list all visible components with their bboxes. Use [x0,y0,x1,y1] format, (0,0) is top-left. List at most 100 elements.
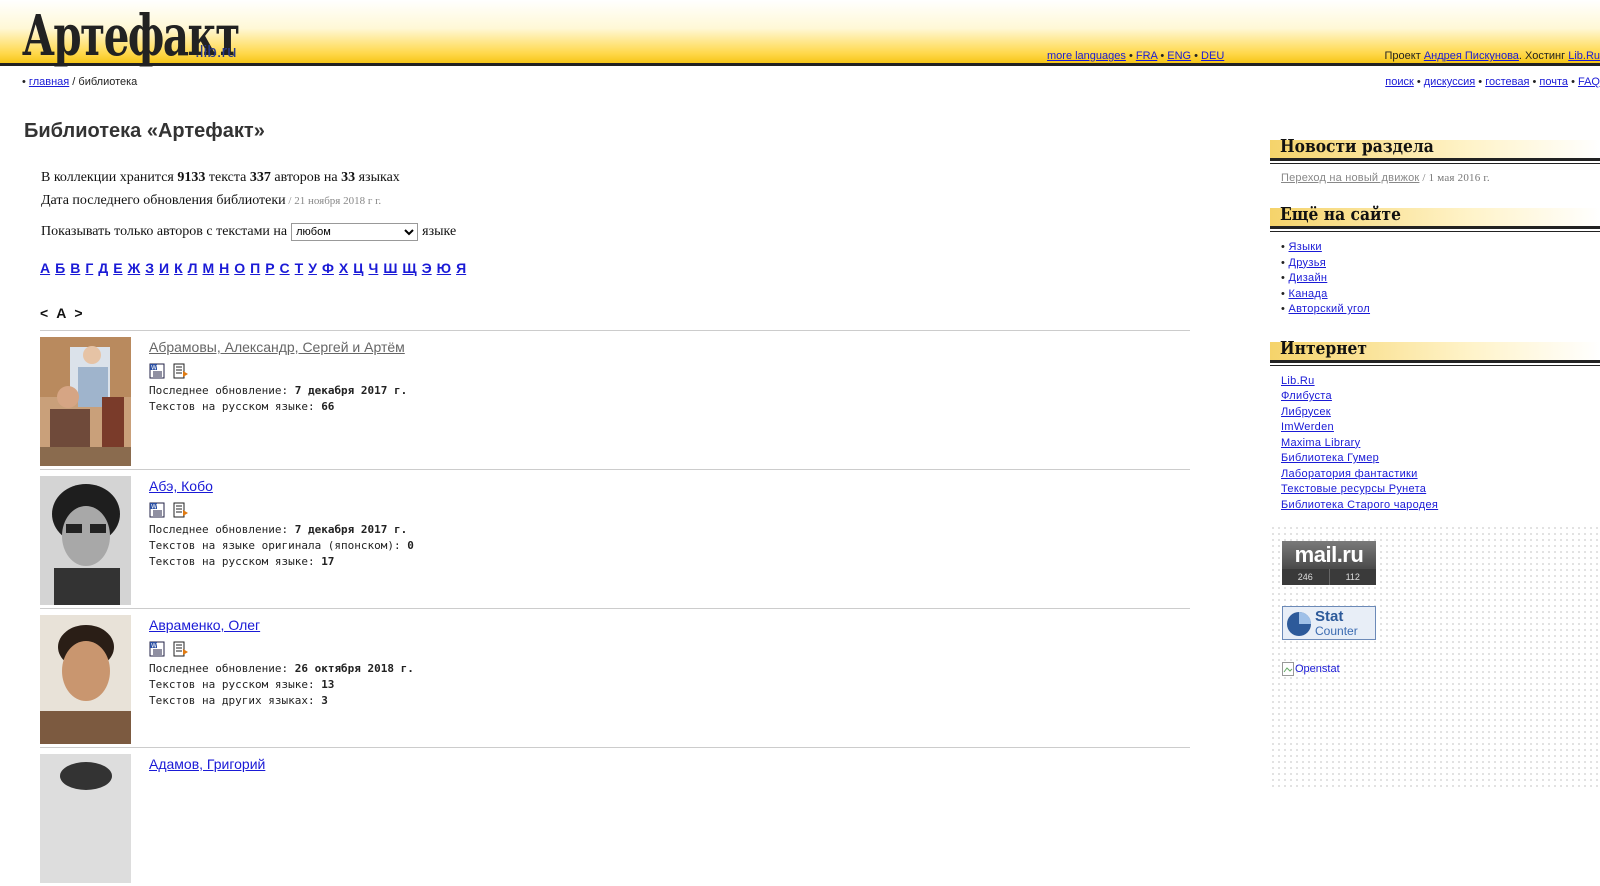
alphabet-letter-link[interactable]: Щ [402,260,416,276]
internet-link[interactable]: Maxima Library [1281,437,1360,449]
sidebar: Новости раздела Переход на новый движок … [1270,134,1600,513]
next-letter-button[interactable]: > [74,305,82,321]
last-update-date: / 21 ноября 2018 г г. [285,195,382,207]
alphabet-letter-link[interactable]: Я [456,260,466,276]
internet-link[interactable]: Флибуста [1281,390,1332,402]
alphabet-letter-link[interactable]: К [174,260,183,276]
more-site-link[interactable]: Дизайн [1289,272,1328,284]
stats-text: языках [355,170,400,185]
alphabet-letter-link[interactable]: Н [219,260,229,276]
meta-line: Последнее обновление: 26 октября 2018 г. [149,661,414,677]
word-doc-icon[interactable]: W [149,641,166,657]
alphabet-letter-link[interactable]: В [70,260,80,276]
nav-discussion[interactable]: дискуссия [1424,76,1475,88]
author-row: Адамов, Григорий [40,747,1190,886]
more-site-item: • Канада [1281,287,1328,300]
alphabet-letter-link[interactable]: Л [188,260,198,276]
meta-label: Текстов на русском языке: [149,678,322,691]
more-site-link[interactable]: Канада [1289,288,1328,300]
meta-label: Текстов на русском языке: [149,555,322,568]
svg-text:W: W [151,643,157,650]
internet-link[interactable]: Лаборатория фантастики [1281,468,1418,480]
nav-mail[interactable]: почта [1539,76,1568,88]
internet-link[interactable]: Библиотека Старого чародея [1281,499,1438,511]
alphabet-letter-link[interactable]: Ф [322,260,334,276]
lang-deu-link[interactable]: DEU [1201,50,1224,62]
alphabet-letter-link[interactable]: Ц [353,260,363,276]
prev-letter-button[interactable]: < [40,305,48,321]
counters-panel: mail.ru 246 112 Stat Counter Openstat [1270,525,1600,788]
author-name-link[interactable]: Адамов, Григорий [149,756,265,772]
breadcrumb-bullet: • [22,76,26,88]
news-link[interactable]: Переход на новый движок [1281,172,1419,184]
alphabet-letter-link[interactable]: П [250,260,260,276]
author-photo[interactable] [40,476,131,605]
alphabet-letter-link[interactable]: А [40,260,50,276]
author-photo[interactable] [40,337,131,466]
nav-faq[interactable]: FAQ [1578,76,1600,88]
alphabet-letter-link[interactable]: Д [98,260,108,276]
mailru-stat-right: 112 [1345,572,1360,582]
alphabet-letter-link[interactable]: Ж [128,260,141,276]
word-doc-icon[interactable]: W [149,363,166,379]
alphabet-letter-link[interactable]: З [145,260,154,276]
alphabet-letter-link[interactable]: Э [422,260,432,276]
lang-eng-link[interactable]: ENG [1167,50,1191,62]
meta-value: 13 [321,678,335,691]
author-name-link[interactable]: Абэ, Кобо [149,478,213,494]
alphabet-letter-link[interactable]: Т [295,260,304,276]
book-icon[interactable] [172,641,189,657]
internet-link[interactable]: Текстовые ресурсы Рунета [1281,483,1426,495]
word-doc-icon[interactable]: W [149,502,166,518]
alphabet-letter-link[interactable]: С [280,260,290,276]
author-name-link[interactable]: Авраменко, Олег [149,617,260,633]
book-icon[interactable] [172,502,189,518]
hosting-link[interactable]: Lib.Ru [1568,50,1600,62]
nav-guestbook[interactable]: гостевая [1485,76,1529,88]
author-name-link[interactable]: Абрамовы, Александр, Сергей и Артём [149,339,405,355]
more-site-link[interactable]: Друзья [1289,257,1326,269]
site-logo[interactable]: Артефакт .lib.ru [22,6,323,66]
alphabet-letter-link[interactable]: О [234,260,245,276]
openstat-badge[interactable]: Openstat [1282,662,1340,676]
last-update-label: Дата последнего обновления библиотеки [41,193,286,208]
internet-link[interactable]: ImWerden [1281,421,1334,433]
author-photo[interactable] [40,754,131,883]
breadcrumb-home[interactable]: главная [29,76,69,88]
nav-search[interactable]: поиск [1385,76,1414,88]
mailru-counter[interactable]: mail.ru 246 112 [1282,541,1376,585]
alphabet-letter-link[interactable]: Х [339,260,348,276]
alphabet-letter-link[interactable]: Ю [437,260,451,276]
alphabet-letter-link[interactable]: Г [85,260,93,276]
author-icons: W [149,363,189,379]
author-link[interactable]: Андрея Пискунова [1424,50,1519,62]
page-title: Библиотека «Артефакт» [24,120,265,142]
breadcrumb-current: библиотека [78,76,138,88]
statcounter-badge[interactable]: Stat Counter [1282,606,1376,640]
internet-item: ImWerden [1281,420,1600,436]
alphabet-letter-link[interactable]: Ч [368,260,378,276]
alphabet-letter-link[interactable]: Р [265,260,274,276]
stats-text: текста [205,170,250,185]
internet-link[interactable]: Либрусек [1281,406,1331,418]
language-filter: Показывать только авторов с текстами на … [41,223,456,241]
language-select[interactable]: любом [291,223,419,241]
alphabet-letter-link[interactable]: Е [113,260,122,276]
author-photo[interactable] [40,615,131,744]
internet-link[interactable]: Lib.Ru [1281,375,1315,387]
alphabet-letter-link[interactable]: Ш [383,260,397,276]
lang-fra-link[interactable]: FRA [1136,50,1157,62]
more-site-link[interactable]: Языки [1289,241,1322,253]
internet-link[interactable]: Библиотека Гумер [1281,452,1379,464]
alphabet-letter-link[interactable]: М [202,260,214,276]
meta-line: Текстов на русском языке: 66 [149,399,407,415]
meta-value: 3 [321,694,328,707]
more-site-link[interactable]: Авторский угол [1289,303,1371,315]
alphabet-letter-link[interactable]: И [159,260,169,276]
more-languages-link[interactable]: more languages [1047,50,1126,62]
book-icon[interactable] [172,363,189,379]
alphabet-letter-link[interactable]: Б [55,260,65,276]
alphabet-letter-link[interactable]: У [308,260,317,276]
stats-text: В коллекции хранится [41,170,178,185]
internet-item: Лаборатория фантастики [1281,467,1600,483]
